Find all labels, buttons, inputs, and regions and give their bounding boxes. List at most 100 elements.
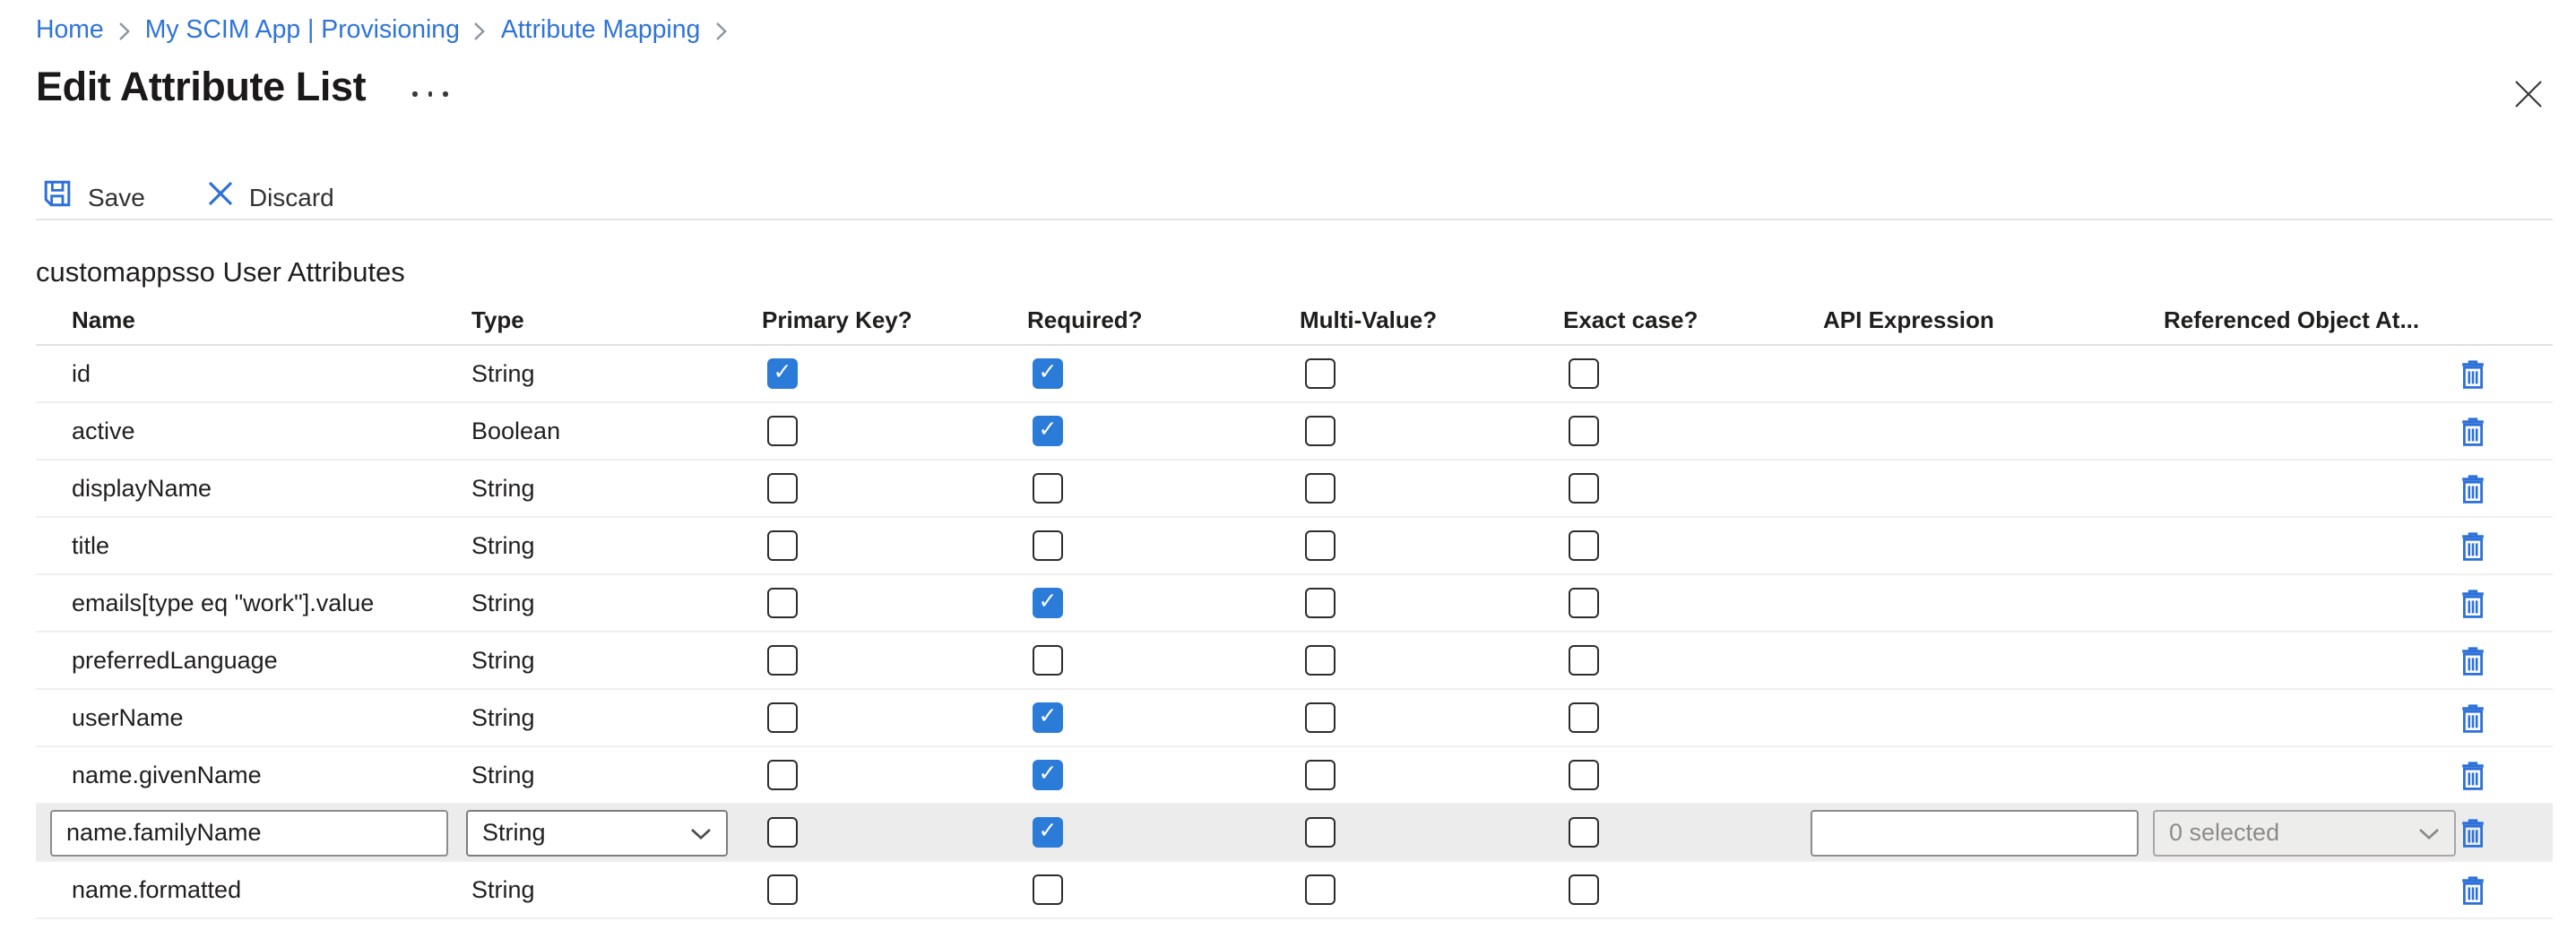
chevron-right-icon (714, 22, 727, 41)
required-checkbox[interactable] (1033, 473, 1063, 504)
attribute-type: String (436, 532, 726, 559)
required-checkbox[interactable] (1033, 358, 1063, 389)
required-checkbox[interactable] (1033, 530, 1063, 561)
table-row: userName String (36, 690, 2553, 747)
multi-value-checkbox[interactable] (1305, 702, 1336, 733)
attribute-name: active (36, 418, 436, 444)
title-row: Edit Attribute List (36, 65, 452, 111)
exact-case-checkbox[interactable] (1569, 588, 1599, 618)
delete-attribute-icon[interactable] (2461, 875, 2485, 904)
required-checkbox[interactable] (1033, 416, 1063, 446)
attribute-name: title (36, 532, 436, 559)
delete-attribute-icon[interactable] (2461, 531, 2485, 560)
referenced-object-select-value: 0 selected (2169, 819, 2279, 846)
attribute-name: emails[type eq "work"].value (36, 590, 436, 616)
delete-attribute-icon[interactable] (2461, 818, 2485, 847)
exact-case-checkbox[interactable] (1569, 760, 1599, 790)
attribute-name: name.formatted (36, 876, 436, 903)
required-checkbox[interactable] (1033, 817, 1063, 848)
primary-key-checkbox[interactable] (767, 473, 798, 504)
primary-key-checkbox[interactable] (767, 702, 798, 733)
exact-case-checkbox[interactable] (1569, 416, 1599, 446)
table-row: preferredLanguage String (36, 633, 2553, 690)
multi-value-checkbox[interactable] (1305, 817, 1336, 848)
column-header-type: Type (436, 306, 726, 332)
attribute-name-input[interactable] (50, 809, 448, 856)
attribute-name: userName (36, 704, 436, 731)
type-select[interactable]: String (466, 809, 728, 856)
attribute-name: id (36, 360, 436, 387)
toolbar: Save Discard (36, 179, 341, 213)
primary-key-checkbox[interactable] (767, 530, 798, 561)
column-header-required: Required? (991, 306, 1264, 332)
multi-value-checkbox[interactable] (1305, 473, 1336, 504)
primary-key-checkbox[interactable] (767, 645, 798, 676)
context-menu-ellipsis-icon[interactable] (409, 88, 452, 99)
table-row: title String (36, 518, 2553, 575)
attribute-type: String (436, 475, 726, 502)
attribute-type: Boolean (436, 418, 726, 444)
required-checkbox[interactable] (1033, 760, 1063, 790)
exact-case-checkbox[interactable] (1569, 874, 1599, 905)
chevron-right-icon (118, 22, 131, 41)
attribute-type: String (436, 876, 726, 903)
required-checkbox[interactable] (1033, 702, 1063, 733)
primary-key-checkbox[interactable] (767, 588, 798, 618)
attribute-name: displayName (36, 475, 436, 502)
multi-value-checkbox[interactable] (1305, 874, 1336, 905)
type-select-value: String (482, 819, 546, 846)
multi-value-checkbox[interactable] (1305, 588, 1336, 618)
column-header-api-expression: API Expression (1787, 306, 2128, 332)
attribute-table: Name Type Primary Key? Required? Multi-V… (36, 294, 2553, 919)
discard-button[interactable]: Discard (201, 181, 341, 211)
breadcrumb-item-attribute-mapping[interactable]: Attribute Mapping (501, 16, 700, 45)
table-row-editing: String 0 selected (36, 805, 2553, 862)
multi-value-checkbox[interactable] (1305, 416, 1336, 446)
close-icon[interactable] (2511, 79, 2544, 111)
primary-key-checkbox[interactable] (767, 874, 798, 905)
required-checkbox[interactable] (1033, 588, 1063, 618)
attribute-type: String (436, 360, 726, 387)
multi-value-checkbox[interactable] (1305, 645, 1336, 676)
primary-key-checkbox[interactable] (767, 760, 798, 790)
attribute-type: String (436, 590, 726, 616)
attribute-type: String (436, 704, 726, 731)
attribute-name: preferredLanguage (36, 647, 436, 674)
save-button[interactable]: Save (36, 179, 152, 213)
chevron-right-icon (474, 22, 487, 41)
chevron-down-icon (690, 819, 712, 846)
column-header-referenced-object: Referenced Object At... (2128, 306, 2411, 332)
delete-attribute-icon[interactable] (2461, 646, 2485, 675)
multi-value-checkbox[interactable] (1305, 530, 1336, 561)
delete-attribute-icon[interactable] (2461, 359, 2485, 388)
attribute-type: String (436, 762, 726, 788)
delete-attribute-icon[interactable] (2461, 761, 2485, 789)
required-checkbox[interactable] (1033, 874, 1063, 905)
breadcrumb: Home My SCIM App | Provisioning Attribut… (36, 16, 727, 45)
exact-case-checkbox[interactable] (1569, 530, 1599, 561)
exact-case-checkbox[interactable] (1569, 817, 1599, 848)
delete-attribute-icon[interactable] (2461, 703, 2485, 732)
column-header-multi-value: Multi-Value? (1264, 306, 1527, 332)
exact-case-checkbox[interactable] (1569, 473, 1599, 504)
delete-attribute-icon[interactable] (2461, 474, 2485, 503)
api-expression-input[interactable] (1811, 809, 2139, 856)
breadcrumb-item-home[interactable]: Home (36, 16, 104, 45)
save-label: Save (88, 182, 145, 211)
multi-value-checkbox[interactable] (1305, 760, 1336, 790)
table-row: name.givenName String (36, 747, 2553, 805)
save-icon (43, 179, 72, 213)
page-title: Edit Attribute List (36, 65, 366, 111)
exact-case-checkbox[interactable] (1569, 645, 1599, 676)
delete-attribute-icon[interactable] (2461, 589, 2485, 617)
column-header-exact-case: Exact case? (1527, 306, 1787, 332)
primary-key-checkbox[interactable] (767, 416, 798, 446)
primary-key-checkbox[interactable] (767, 358, 798, 389)
multi-value-checkbox[interactable] (1305, 358, 1336, 389)
required-checkbox[interactable] (1033, 645, 1063, 676)
delete-attribute-icon[interactable] (2461, 417, 2485, 445)
exact-case-checkbox[interactable] (1569, 702, 1599, 733)
exact-case-checkbox[interactable] (1569, 358, 1599, 389)
breadcrumb-item-provisioning[interactable]: My SCIM App | Provisioning (145, 16, 460, 45)
primary-key-checkbox[interactable] (767, 817, 798, 848)
